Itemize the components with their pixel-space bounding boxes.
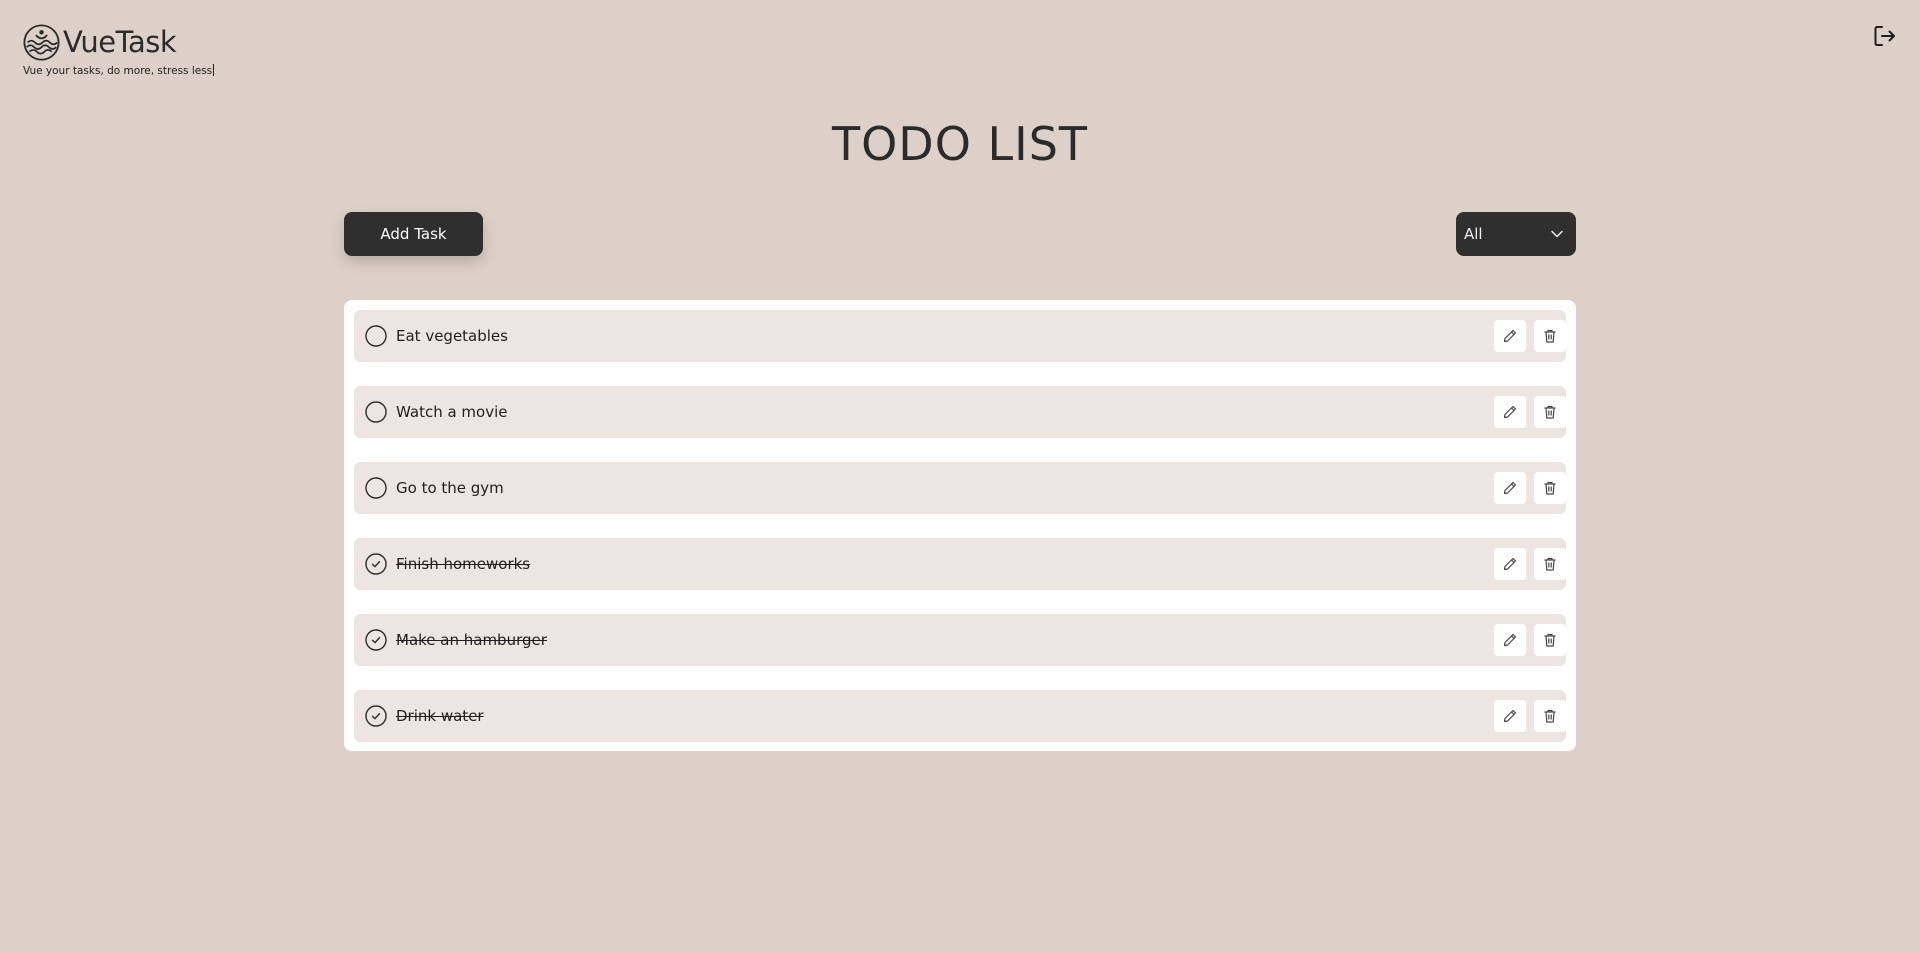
check-circle-icon[interactable] bbox=[365, 629, 387, 651]
check-circle-icon[interactable] bbox=[365, 705, 387, 727]
delete-button[interactable] bbox=[1534, 548, 1566, 580]
todo-text: Watch a movie bbox=[396, 403, 508, 421]
todo-list: Eat vegetables Watch a movie Go to the g… bbox=[344, 300, 1576, 751]
trash-icon bbox=[1544, 557, 1556, 571]
delete-button[interactable] bbox=[1534, 700, 1566, 732]
edit-button[interactable] bbox=[1494, 320, 1526, 352]
todo-item: Make an hamburger bbox=[354, 614, 1566, 666]
todo-text: Eat vegetables bbox=[396, 327, 508, 345]
brand-title: VueTask bbox=[63, 25, 177, 59]
todo-text: Make an hamburger bbox=[396, 631, 547, 649]
edit-button[interactable] bbox=[1494, 472, 1526, 504]
delete-button[interactable] bbox=[1534, 320, 1566, 352]
edit-button[interactable] bbox=[1494, 624, 1526, 656]
brand-row: VueTask bbox=[23, 24, 214, 61]
pencil-icon bbox=[1503, 405, 1517, 419]
brand: VueTask Vue your tasks, do more, stress … bbox=[23, 24, 215, 78]
logout-button[interactable] bbox=[1872, 23, 1898, 49]
circle-icon[interactable] bbox=[365, 325, 387, 347]
trash-icon bbox=[1544, 405, 1556, 419]
todo-item: Finish homeworks bbox=[354, 538, 1566, 590]
chevron-down-icon bbox=[1551, 230, 1563, 238]
filter-selected-value: All bbox=[1464, 225, 1483, 243]
filter-select[interactable]: All bbox=[1456, 212, 1576, 256]
pencil-icon bbox=[1503, 481, 1517, 495]
pencil-icon bbox=[1503, 557, 1517, 571]
check-circle-icon[interactable] bbox=[365, 553, 387, 575]
trash-icon bbox=[1544, 709, 1556, 723]
edit-button[interactable] bbox=[1494, 700, 1526, 732]
wave-logo-icon bbox=[23, 24, 60, 61]
edit-button[interactable] bbox=[1494, 548, 1526, 580]
todo-item: Watch a movie bbox=[354, 386, 1566, 438]
tagline-text: Vue your tasks, do more, stress less bbox=[23, 65, 213, 77]
app-root: VueTask Vue your tasks, do more, stress … bbox=[0, 0, 1920, 953]
circle-icon[interactable] bbox=[365, 401, 387, 423]
todo-item: Drink water bbox=[354, 690, 1566, 742]
pencil-icon bbox=[1503, 709, 1517, 723]
pencil-icon bbox=[1503, 329, 1517, 343]
pencil-icon bbox=[1503, 633, 1517, 647]
todo-text: Go to the gym bbox=[396, 479, 504, 497]
text-caret bbox=[213, 64, 215, 76]
trash-icon bbox=[1544, 633, 1556, 647]
add-task-button[interactable]: Add Task bbox=[344, 212, 483, 256]
delete-button[interactable] bbox=[1534, 624, 1566, 656]
edit-button[interactable] bbox=[1494, 396, 1526, 428]
delete-button[interactable] bbox=[1534, 396, 1566, 428]
delete-button[interactable] bbox=[1534, 472, 1566, 504]
todo-item: Eat vegetables bbox=[354, 310, 1566, 362]
trash-icon bbox=[1544, 329, 1556, 343]
page-title: TODO LIST bbox=[831, 117, 1089, 171]
brand-tagline: Vue your tasks, do more, stress less bbox=[23, 64, 215, 78]
trash-icon bbox=[1544, 481, 1556, 495]
circle-icon[interactable] bbox=[365, 477, 387, 499]
todo-item: Go to the gym bbox=[354, 462, 1566, 514]
todo-text: Finish homeworks bbox=[396, 555, 531, 573]
logout-icon bbox=[1874, 26, 1895, 46]
todo-text: Drink water bbox=[396, 707, 484, 725]
